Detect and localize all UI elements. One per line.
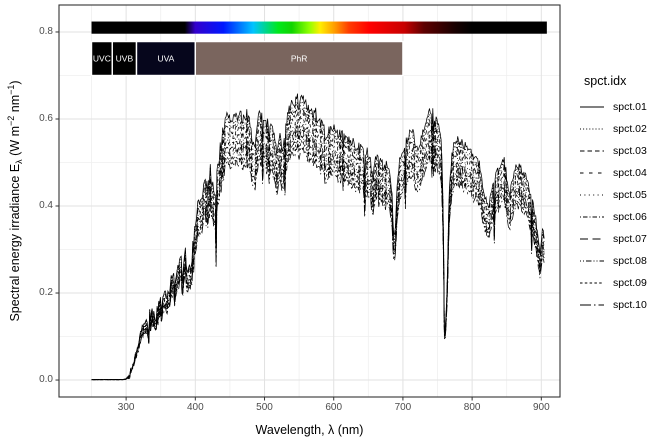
x-axis-title: Wavelength, λ (nm): [59, 423, 560, 437]
legend-items: spct.01 spct.02 spct.03 spct.04 spct.05 spct.…: [580, 96, 647, 316]
waveband-label-uvb: UVB: [116, 54, 134, 64]
spectral-irradiance-figure: UVC UVB UVA PhR 0.0 0.2 0.4 0.6 0.8 300 400 500 60…: [0, 0, 672, 447]
legend-label: spct.09: [613, 277, 647, 289]
legend-key-line-dotted: [580, 127, 604, 131]
legend-label: spct.01: [613, 101, 647, 113]
x-tick-label-300: 300: [106, 402, 146, 414]
legend-key-line-dashed: [580, 149, 604, 153]
legend-key-line-longdash: [580, 237, 604, 241]
legend-item-spct.04: spct.04: [580, 162, 647, 184]
x-tick-label-900: 900: [521, 402, 561, 414]
waveband-label-phr: PhR: [291, 54, 308, 64]
legend-key-line-dash-gap: [580, 171, 604, 175]
x-tick-label-400: 400: [175, 402, 215, 414]
legend-label: spct.04: [613, 167, 647, 179]
legend-item-spct.10: spct.10: [580, 294, 647, 316]
legend: spct.idx spct.01spct.02spct.03spct.04spc…: [580, 74, 647, 316]
legend-title: spct.idx: [584, 74, 647, 88]
y-tick-label-0.0: 0.0: [23, 374, 53, 386]
waveband-label-uvc: UVC: [93, 54, 111, 64]
y-axis-title-part: (W m: [8, 126, 22, 159]
x-tick-label-600: 600: [314, 402, 354, 414]
y-axis-title-part: −1: [6, 85, 16, 95]
legend-label: spct.03: [613, 145, 647, 157]
legend-item-spct.08: spct.08: [580, 250, 647, 272]
spectrum-color-bar: [92, 22, 547, 34]
legend-label: spct.06: [613, 211, 647, 223]
legend-key-line-dotdash: [580, 215, 604, 219]
legend-item-spct.03: spct.03: [580, 140, 647, 162]
y-axis-title-part: Spectral energy irradiance E: [8, 164, 22, 322]
legend-key-line-dotted2: [580, 193, 604, 197]
waveband-label-uva: UVA: [157, 54, 174, 64]
legend-item-spct.02: spct.02: [580, 118, 647, 140]
legend-item-spct.09: spct.09: [580, 272, 647, 294]
legend-item-spct.07: spct.07: [580, 228, 647, 250]
legend-item-spct.06: spct.06: [580, 206, 647, 228]
plot-canvas: UVC UVB UVA PhR: [0, 0, 672, 447]
legend-label: spct.05: [613, 189, 647, 201]
legend-label: spct.10: [613, 299, 647, 311]
y-tick-label-0.2: 0.2: [23, 287, 53, 299]
legend-label: spct.08: [613, 255, 647, 267]
y-axis-title: Spectral energy irradiance Eλ (W m−2 nm−…: [6, 80, 24, 321]
legend-label: spct.07: [613, 233, 647, 245]
legend-key-line-solid: [580, 105, 604, 109]
x-tick-label-700: 700: [383, 402, 423, 414]
legend-key-line-longdashdot: [580, 303, 604, 307]
x-tick-label-800: 800: [452, 402, 492, 414]
y-tick-label-0.4: 0.4: [23, 200, 53, 212]
legend-item-spct.01: spct.01: [580, 96, 647, 118]
waveband-annotations: UVC UVB UVA PhR: [92, 42, 403, 76]
y-axis-title-part: nm: [8, 95, 22, 116]
x-tick-label-500: 500: [245, 402, 285, 414]
y-axis-title-part: ): [8, 80, 22, 84]
legend-item-spct.05: spct.05: [580, 184, 647, 206]
legend-label: spct.02: [613, 123, 647, 135]
y-axis-title-part: λ: [14, 159, 24, 164]
y-tick-label-0.6: 0.6: [23, 113, 53, 125]
y-axis-title-part: −2: [6, 116, 16, 126]
legend-key-line-shortdash: [580, 281, 604, 285]
legend-key-line-dotdotdash: [580, 259, 604, 263]
y-tick-label-0.8: 0.8: [23, 26, 53, 38]
